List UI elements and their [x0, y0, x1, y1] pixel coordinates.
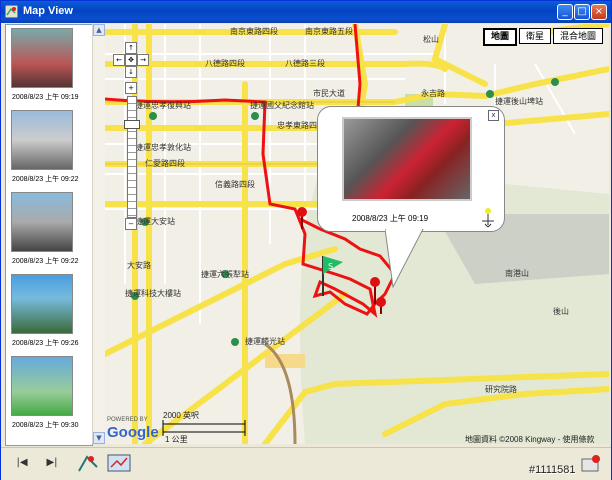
- photo-date: 2008/8/23 上午 09:26: [12, 340, 79, 347]
- zoom-slider-handle[interactable]: [124, 120, 140, 129]
- scale-km: 1 公里: [165, 435, 188, 444]
- map-panel[interactable]: S 南京東路四段 南京東路五段 松山 八德路四段 八德路三段 市民大道 永吉路 …: [105, 24, 609, 444]
- pan-center-icon[interactable]: ✥: [125, 54, 137, 66]
- map-canvas[interactable]: S: [105, 24, 609, 444]
- map-label: 仁愛路四段: [145, 159, 185, 168]
- map-type-satellite[interactable]: 衛星: [518, 28, 551, 44]
- place-marker-icon[interactable]: [77, 453, 99, 475]
- photo-date: 2008/8/23 上午 09:30: [12, 422, 79, 429]
- svg-text:S: S: [328, 262, 333, 271]
- photo-thumbnail[interactable]: [11, 192, 73, 252]
- bottom-toolbar: |◀ ▶|: [1, 447, 611, 480]
- maximize-button[interactable]: □: [574, 4, 590, 20]
- route-map-icon[interactable]: [107, 453, 133, 475]
- map-label: 大安路: [127, 261, 151, 270]
- close-button[interactable]: ×: [591, 4, 607, 20]
- drag-pin-icon[interactable]: [478, 207, 498, 229]
- photo-thumbnail-list[interactable]: 2008/8/23 上午 09:19 2008/8/23 上午 09:22 20…: [5, 24, 93, 446]
- map-label: 捷運六張犁站: [201, 270, 249, 279]
- scroll-down-icon[interactable]: ▼: [93, 432, 105, 444]
- map-view-window: Map View _ □ × 2008/8/23 上午 09:19 2008/8…: [0, 0, 612, 480]
- map-label: 捷運忠孝復興站: [135, 101, 191, 110]
- first-photo-button[interactable]: |◀: [9, 452, 35, 474]
- map-label: 捷運忠孝敦化站: [135, 143, 191, 152]
- map-label: 後山: [553, 307, 569, 316]
- photo-date: 2008/8/23 上午 09:22: [12, 176, 79, 183]
- photo-thumbnail[interactable]: [11, 356, 73, 416]
- map-label: 捷運大安站: [135, 217, 175, 226]
- map-label: 南港山: [505, 269, 529, 278]
- map-label: 松山: [423, 35, 439, 44]
- popup-pointer: [385, 229, 424, 289]
- pan-up-icon[interactable]: ↑: [125, 42, 137, 54]
- map-label: 捷運科技大樓站: [125, 289, 181, 298]
- thumbnail-scrollbar[interactable]: ▲ ▼: [92, 24, 105, 444]
- popup-caption: 2008/8/23 上午 09:19: [352, 214, 429, 223]
- map-label: 南京東路五段: [305, 27, 353, 36]
- map-type-switcher: 地圖 衛星 混合地圖: [481, 28, 603, 46]
- map-label: 永吉路: [421, 89, 445, 98]
- map-label: 八德路四段: [205, 59, 245, 68]
- scale-feet: 2000 英呎: [163, 411, 200, 420]
- google-logo: Google: [107, 424, 159, 441]
- photo-info-window: 2008/8/23 上午 09:19 x: [317, 106, 505, 232]
- next-photo-button[interactable]: ▶|: [39, 452, 65, 474]
- map-type-hybrid[interactable]: 混合地圖: [552, 28, 603, 44]
- pan-down-icon[interactable]: ↓: [125, 66, 137, 78]
- map-label: 捷運後山埤站: [495, 97, 543, 106]
- photo-thumbnail[interactable]: [11, 28, 73, 88]
- map-label: 捷運麟光站: [245, 337, 285, 346]
- minimize-button[interactable]: _: [557, 4, 573, 20]
- map-label: 信義路四段: [215, 180, 255, 189]
- map-app-icon: [5, 5, 18, 18]
- map-label: 八德路三段: [285, 59, 325, 68]
- watermark: #1111581: [529, 464, 576, 476]
- map-label: 捷運國父紀念館站: [250, 101, 314, 110]
- popup-photo: [342, 117, 472, 201]
- map-label: 市民大道: [313, 89, 345, 98]
- photo-thumbnail[interactable]: [11, 274, 73, 334]
- google-logo-powered: POWERED BY: [107, 417, 148, 423]
- photo-date: 2008/8/23 上午 09:22: [12, 258, 79, 265]
- window-title: Map View: [23, 5, 73, 17]
- map-type-map[interactable]: 地圖: [482, 28, 517, 46]
- popup-close-icon[interactable]: x: [488, 110, 499, 121]
- map-label: 研究院路: [485, 385, 517, 394]
- zoom-in-button[interactable]: +: [125, 82, 137, 94]
- scroll-up-icon[interactable]: ▲: [93, 24, 105, 36]
- pan-right-icon[interactable]: →: [137, 54, 149, 66]
- export-icon[interactable]: [581, 454, 603, 474]
- map-label: 南京東路四段: [230, 27, 278, 36]
- photo-thumbnail[interactable]: [11, 110, 73, 170]
- map-copyright: 地圖資料 ©2008 Kingway - 使用條款: [465, 435, 595, 444]
- title-bar: Map View _ □ ×: [1, 1, 611, 23]
- pan-left-icon[interactable]: ←: [113, 54, 125, 66]
- zoom-out-button[interactable]: −: [125, 218, 137, 230]
- photo-date: 2008/8/23 上午 09:19: [12, 94, 79, 101]
- zoom-slider[interactable]: [127, 96, 137, 218]
